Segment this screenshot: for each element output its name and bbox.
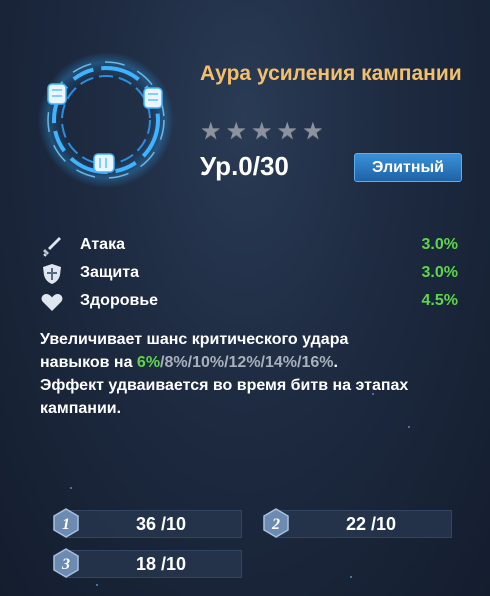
heart-icon (41, 294, 63, 311)
sparkle (350, 576, 352, 578)
star-rating: ★ ★ ★ ★ ★ (200, 120, 324, 144)
slot-number-icon: 3 (53, 548, 79, 578)
description-line: кампании. (40, 400, 122, 417)
skill-description: Увеличивает шанс критического удара навы… (40, 328, 460, 420)
stat-row-defense: Защита 3.0% (40, 262, 460, 288)
slot-value: 22 /10 (345, 514, 397, 534)
star-icon: ★ (251, 118, 273, 145)
slot-value: 18 /10 (135, 554, 187, 574)
sparkle (70, 487, 72, 489)
requirement-slot-3: 3 18 /10 (52, 548, 242, 578)
description-line: Увеличивает шанс критического удара (40, 331, 349, 348)
star-icon: ★ (276, 118, 299, 145)
sparkle (372, 393, 374, 395)
sparkle (408, 426, 410, 428)
stat-value: 3.0% (421, 236, 458, 253)
star-icon: ★ (225, 118, 248, 145)
slot-number: 3 (61, 556, 70, 573)
active-value: 6% (136, 354, 161, 371)
slot-value: 36 /10 (135, 514, 187, 534)
star-icon: ★ (302, 118, 324, 145)
sparkle (96, 584, 98, 586)
requirement-slot-1: 1 36 /10 (52, 508, 242, 538)
description-line: Эффект удваивается во время битв на этап… (40, 377, 409, 394)
stat-name: Защита (80, 264, 139, 281)
description-line: навыков на 6%/8%/10%/12%/14%/16%. (40, 351, 460, 374)
rarity-badge: Элитный (354, 153, 462, 182)
slot-number: 2 (271, 516, 280, 533)
sword-icon (43, 237, 61, 257)
stat-row-health: Здоровье 4.5% (40, 290, 460, 316)
next-values: /8%/10%/12%/14%/16% (160, 354, 334, 371)
skill-level: Ур.0/30 (200, 151, 289, 181)
requirement-slot-2: 2 22 /10 (262, 508, 452, 538)
slot-number: 1 (62, 516, 70, 533)
description-text: . (333, 354, 338, 371)
stat-value: 4.5% (421, 292, 458, 309)
stat-row-attack: Атака 3.0% (40, 234, 460, 260)
stat-value: 3.0% (421, 264, 458, 281)
slot-number-icon: 1 (53, 508, 79, 538)
stat-name: Здоровье (80, 292, 159, 309)
shield-icon (43, 264, 61, 284)
skill-title: Аура усиления кампании (200, 62, 462, 85)
slot-number-icon: 2 (263, 508, 289, 538)
star-icon: ★ (200, 118, 222, 145)
aura-emblem-icon (38, 52, 174, 188)
description-text: навыков на (40, 354, 137, 371)
stat-name: Атака (80, 236, 125, 253)
